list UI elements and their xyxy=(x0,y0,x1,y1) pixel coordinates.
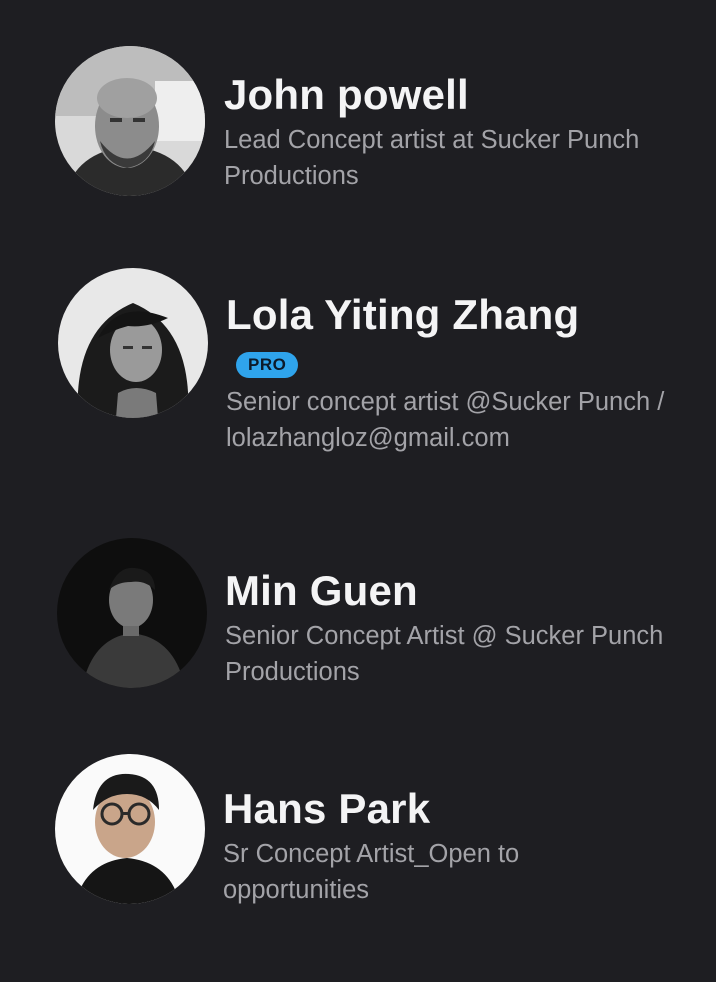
profile-name[interactable]: John powell xyxy=(224,70,676,120)
avatar-photo-lola-yiting-zhang xyxy=(58,268,208,418)
profile-name[interactable]: Hans Park xyxy=(223,784,676,834)
profile-description: Lead Concept artist at Sucker Punch Prod… xyxy=(224,126,640,190)
badge-row: PRO xyxy=(226,340,676,378)
profile-description: Sr Concept Artist_Open to opportunities xyxy=(223,840,520,904)
avatar[interactable] xyxy=(55,754,205,904)
profile-info: John powell Lead Concept artist at Sucke… xyxy=(224,70,676,194)
profile-card[interactable]: Hans Park Sr Concept Artist_Open to oppo… xyxy=(0,720,716,982)
avatar[interactable] xyxy=(58,268,208,418)
profile-description: Senior concept artist @Sucker Punch / lo… xyxy=(226,388,665,452)
profile-card[interactable]: John powell Lead Concept artist at Sucke… xyxy=(0,0,716,230)
avatar-photo-hans-park xyxy=(55,754,205,904)
profile-list: John powell Lead Concept artist at Sucke… xyxy=(0,0,716,982)
profile-name[interactable]: Lola Yiting Zhang xyxy=(226,290,676,340)
pro-badge: PRO xyxy=(236,352,299,378)
profile-info: Hans Park Sr Concept Artist_Open to oppo… xyxy=(223,784,676,908)
profile-info: Min Guen Senior Concept Artist @ Sucker … xyxy=(225,566,676,690)
avatar[interactable] xyxy=(57,538,207,688)
avatar[interactable] xyxy=(55,46,205,196)
avatar-photo-john-powell xyxy=(55,46,205,196)
profile-name[interactable]: Min Guen xyxy=(225,566,676,616)
profile-info: Lola Yiting Zhang PRO Senior concept art… xyxy=(226,290,676,456)
avatar-photo-min-guen xyxy=(57,538,207,688)
profile-card[interactable]: Min Guen Senior Concept Artist @ Sucker … xyxy=(0,500,716,720)
profile-card[interactable]: Lola Yiting Zhang PRO Senior concept art… xyxy=(0,230,716,500)
profile-description: Senior Concept Artist @ Sucker Punch Pro… xyxy=(225,622,664,686)
